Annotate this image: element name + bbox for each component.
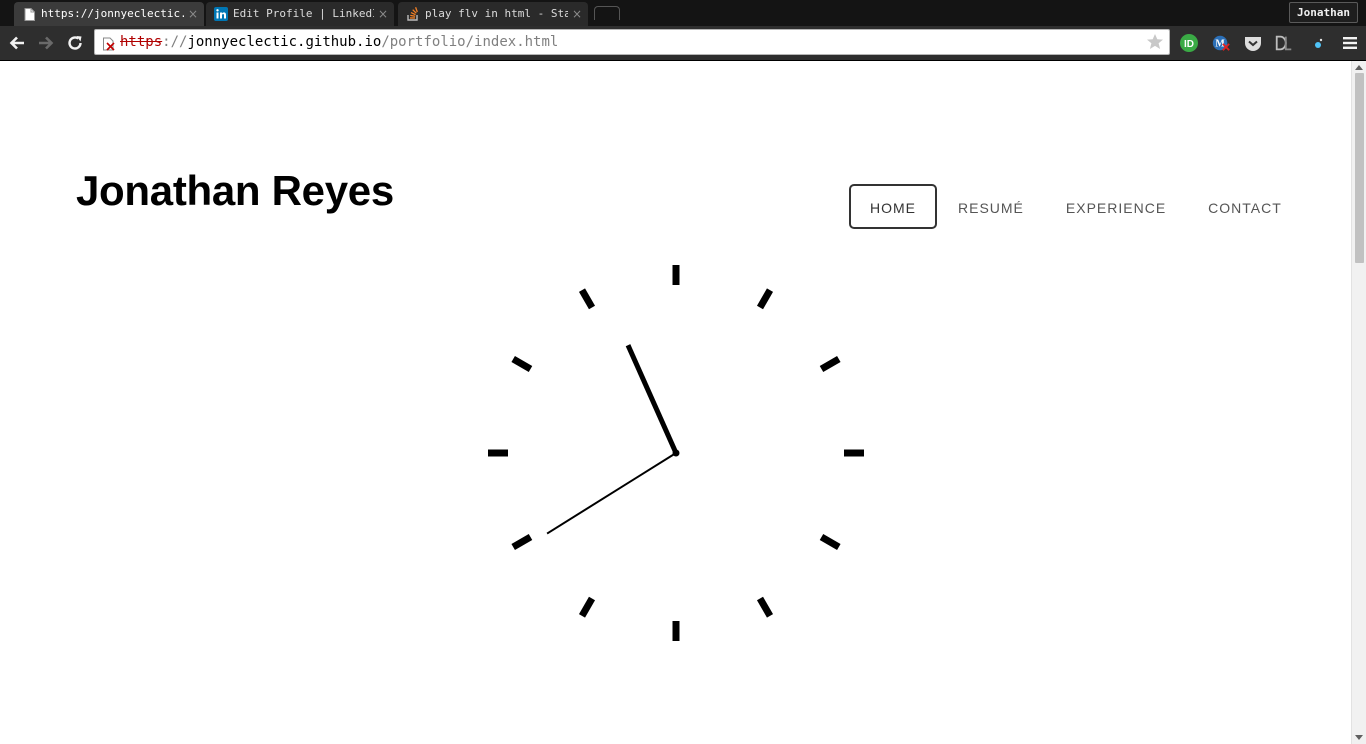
- profile-button[interactable]: Jonathan: [1289, 2, 1358, 23]
- tab-linkedin[interactable]: Edit Profile | LinkedIn ×: [206, 2, 394, 26]
- stackoverflow-icon: [406, 7, 420, 21]
- clock-hour-hand: [546, 452, 677, 535]
- clock-tick: [578, 288, 596, 310]
- scroll-down-arrow-icon[interactable]: [1355, 735, 1363, 740]
- tab-title: Edit Profile | LinkedIn: [233, 7, 374, 20]
- tab-portfolio[interactable]: https://jonnyeclectic.g ×: [14, 2, 204, 26]
- clock-minute-hand: [625, 344, 679, 455]
- close-icon[interactable]: ×: [188, 6, 198, 22]
- pocket-icon[interactable]: [1243, 33, 1263, 53]
- close-icon[interactable]: ×: [572, 6, 582, 22]
- url-separator: ://: [162, 34, 188, 50]
- tab-title: https://jonnyeclectic.g: [41, 7, 184, 20]
- clock-tick: [756, 288, 774, 310]
- nav-contact[interactable]: CONTACT: [1187, 184, 1303, 229]
- page-viewport: Jonathan Reyes HOME RESUMÉ EXPERIENCE CO…: [0, 61, 1351, 744]
- address-bar[interactable]: https://jonnyeclectic.github.io/portfoli…: [94, 29, 1170, 55]
- clock-tick: [819, 355, 841, 373]
- scroll-thumb[interactable]: [1355, 73, 1364, 263]
- url-host: jonnyeclectic.github.io: [187, 34, 382, 50]
- back-button[interactable]: [5, 31, 29, 55]
- clock-tick: [511, 355, 533, 373]
- clock-tick: [578, 596, 596, 618]
- bookmark-star-icon[interactable]: [1145, 32, 1165, 52]
- tab-title: play flv in html - Stac: [425, 7, 568, 20]
- cursor-extension-icon[interactable]: [1308, 33, 1328, 53]
- main-nav: HOME RESUMÉ EXPERIENCE CONTACT: [849, 184, 1303, 229]
- url-text[interactable]: https://jonnyeclectic.github.io/portfoli…: [120, 30, 558, 54]
- arrow-left-icon: [9, 36, 24, 50]
- nav-resume[interactable]: RESUMÉ: [937, 184, 1045, 229]
- new-tab-button[interactable]: [594, 6, 620, 20]
- clock-tick: [511, 533, 533, 551]
- scroll-up-arrow-icon[interactable]: [1355, 65, 1363, 70]
- page-icon: [22, 7, 36, 21]
- url-path: /portfolio/index.html: [381, 34, 559, 50]
- page-scrollbar[interactable]: [1351, 61, 1366, 744]
- tab-stackoverflow[interactable]: play flv in html - Stac ×: [398, 2, 588, 26]
- id-extension-icon[interactable]: ID: [1179, 33, 1199, 53]
- clock-tick: [819, 533, 841, 551]
- linkedin-icon: [214, 7, 228, 21]
- clock-center: [672, 449, 680, 457]
- browser-toolbar: https://jonnyeclectic.github.io/portfoli…: [0, 26, 1366, 61]
- svg-text:ID: ID: [1184, 39, 1194, 50]
- reload-icon: [68, 36, 82, 50]
- reload-button[interactable]: [63, 31, 87, 55]
- site-title: Jonathan Reyes: [76, 167, 394, 214]
- nav-experience[interactable]: EXPERIENCE: [1045, 184, 1187, 229]
- analog-clock: [488, 265, 864, 641]
- tab-strip: https://jonnyeclectic.g × Edit Profile |…: [0, 0, 1366, 26]
- m-extension-icon[interactable]: M: [1211, 33, 1231, 53]
- menu-icon[interactable]: [1340, 33, 1360, 53]
- dl-extension-icon[interactable]: [1274, 33, 1294, 53]
- broken-lock-icon[interactable]: [102, 35, 116, 51]
- close-icon[interactable]: ×: [378, 6, 388, 22]
- url-scheme: https: [120, 34, 163, 50]
- clock-tick: [756, 596, 774, 618]
- arrow-right-icon: [39, 36, 54, 50]
- nav-home[interactable]: HOME: [849, 184, 937, 229]
- forward-button[interactable]: [34, 31, 58, 55]
